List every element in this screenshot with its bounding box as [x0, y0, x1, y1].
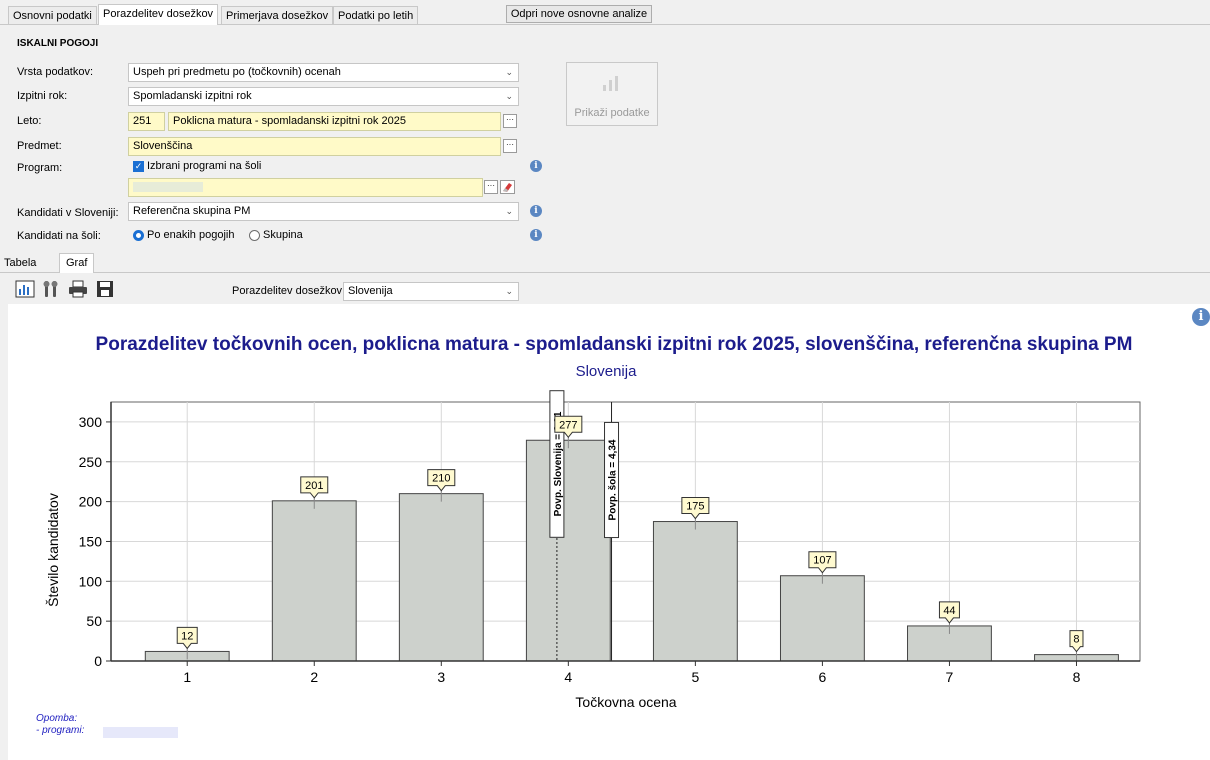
- program-field[interactable]: [128, 178, 483, 197]
- x-tick-label: 4: [564, 669, 572, 685]
- print-icon[interactable]: [68, 280, 88, 298]
- dist-value: Slovenija: [348, 285, 393, 297]
- note-programs: - programi:: [36, 725, 85, 736]
- note-title: Opomba:: [36, 713, 78, 724]
- kandidati-slo-info-icon[interactable]: i: [530, 205, 542, 217]
- chart-info-icon[interactable]: i: [1192, 308, 1210, 326]
- tab-osnovni-podatki[interactable]: Osnovni podatki: [8, 6, 97, 24]
- radio-po-enakih-pogojih[interactable]: [133, 230, 144, 241]
- rok-select[interactable]: Spomladanski izpitni rok ⌄: [128, 87, 519, 106]
- predmet-field[interactable]: Slovenščina: [128, 137, 501, 156]
- y-tick-label: 200: [79, 494, 103, 510]
- predmet-browse-button[interactable]: ···: [503, 139, 517, 153]
- program-browse-button[interactable]: ···: [484, 180, 498, 194]
- y-tick-label: 50: [86, 613, 102, 629]
- show-data-label: Prikaži podatke: [574, 107, 650, 119]
- chart-title: Porazdelitev točkovnih ocen, poklicna ma…: [96, 334, 1133, 355]
- data-label: 107: [813, 555, 831, 567]
- data-label: 175: [686, 501, 704, 513]
- rok-label: Izpitni rok:: [17, 90, 68, 102]
- dist-label: Porazdelitev dosežkov:: [232, 285, 346, 297]
- save-icon[interactable]: [95, 280, 115, 298]
- bar: [652, 521, 738, 662]
- bar: [525, 439, 611, 662]
- chart: Porazdelitev točkovnih ocen, poklicna ma…: [45, 334, 1141, 710]
- kandidati-slo-select[interactable]: Referenčna skupina PM ⌄: [128, 202, 519, 221]
- x-tick-label: 2: [310, 669, 318, 685]
- kandidati-slo-value: Referenčna skupina PM: [133, 205, 251, 217]
- x-tick-label: 8: [1073, 669, 1081, 685]
- y-tick-label: 300: [79, 414, 103, 430]
- data-label: 277: [559, 419, 577, 431]
- bar: [271, 500, 357, 662]
- x-axis-label: Točkovna ocena: [575, 694, 676, 710]
- y-axis-label: Število kandidatov: [45, 493, 61, 607]
- data-label: 12: [181, 630, 193, 642]
- tab-porazdelitev-dosezkov[interactable]: Porazdelitev dosežkov: [98, 4, 219, 25]
- radio-skupina[interactable]: [249, 230, 260, 241]
- chevron-down-icon: ⌄: [505, 286, 513, 296]
- bar: [779, 575, 865, 662]
- reference-label: Povp. šola = 4,34: [608, 439, 619, 520]
- tab-tabela[interactable]: Tabela: [4, 257, 36, 269]
- chevron-down-icon: ⌄: [505, 206, 513, 216]
- program-info-icon[interactable]: i: [530, 160, 542, 172]
- data-label: 8: [1073, 634, 1079, 646]
- show-data-button[interactable]: Prikaži podatke: [566, 62, 658, 126]
- redacted-program: [133, 182, 203, 192]
- rok-value: Spomladanski izpitni rok: [133, 90, 252, 102]
- open-analysis-button[interactable]: Odpri nove osnovne analize: [506, 5, 652, 23]
- leto-browse-button[interactable]: ···: [503, 114, 517, 128]
- settings-tools-icon[interactable]: [41, 280, 61, 298]
- bar: [398, 493, 484, 662]
- x-tick-label: 3: [437, 669, 445, 685]
- dist-select[interactable]: Slovenija ⌄: [343, 282, 519, 301]
- y-tick-label: 250: [79, 454, 103, 470]
- eraser-icon[interactable]: [500, 180, 515, 194]
- vrsta-select[interactable]: Uspeh pri predmetu po (točkovnih) ocenah…: [128, 63, 519, 82]
- program-checkbox[interactable]: ✓: [133, 161, 144, 172]
- data-label: 201: [305, 480, 323, 492]
- y-tick-label: 0: [94, 653, 102, 669]
- chart-subtitle: Slovenija: [576, 363, 638, 380]
- leto-field[interactable]: Poklicna matura - spomladanski izpitni r…: [168, 112, 501, 131]
- chart-icon: [603, 76, 618, 91]
- chart-toolbar: [8, 274, 1210, 304]
- radio-skupina-label: Skupina: [263, 229, 303, 241]
- redacted-programs: [103, 727, 178, 738]
- tab-graf[interactable]: Graf: [59, 253, 94, 273]
- chevron-down-icon: ⌄: [505, 67, 513, 77]
- chart-type-icon[interactable]: [15, 280, 35, 298]
- x-tick-label: 7: [946, 669, 954, 685]
- program-label: Program:: [17, 162, 63, 174]
- x-tick-label: 5: [691, 669, 699, 685]
- leto-code-field[interactable]: 251: [128, 112, 165, 131]
- vrsta-value: Uspeh pri predmetu po (točkovnih) ocenah: [133, 66, 341, 78]
- data-label: 210: [432, 473, 450, 485]
- chevron-down-icon: ⌄: [505, 91, 513, 101]
- tab-graf-label: Graf: [66, 257, 88, 269]
- x-tick-label: 1: [183, 669, 191, 685]
- program-checkbox-label: Izbrani programi na šoli: [147, 160, 262, 172]
- section-title: ISKALNI POGOJI: [17, 38, 99, 49]
- x-tick-label: 6: [819, 669, 827, 685]
- chart-panel: Porazdelitev točkovnih ocen, poklicna ma…: [8, 304, 1210, 760]
- predmet-label: Predmet:: [17, 140, 62, 152]
- y-tick-label: 100: [79, 573, 103, 589]
- kandidati-sola-label: Kandidati na šoli:: [17, 230, 101, 242]
- kandidati-slo-label: Kandidati v Sloveniji:: [17, 207, 119, 219]
- plot-area: [110, 401, 1141, 662]
- tab-podatki-po-letih[interactable]: Podatki po letih: [333, 6, 419, 24]
- radio-po-enakih-pogojih-label: Po enakih pogojih: [147, 229, 235, 241]
- vrsta-label: Vrsta podatkov:: [17, 66, 94, 78]
- subtab-strip: [0, 272, 1210, 273]
- kandidati-sola-info-icon[interactable]: i: [530, 229, 542, 241]
- data-label: 44: [943, 605, 955, 617]
- tab-primerjava-dosezkov[interactable]: Primerjava dosežkov: [221, 6, 334, 24]
- y-tick-label: 150: [79, 533, 103, 549]
- leto-label: Leto:: [17, 115, 42, 127]
